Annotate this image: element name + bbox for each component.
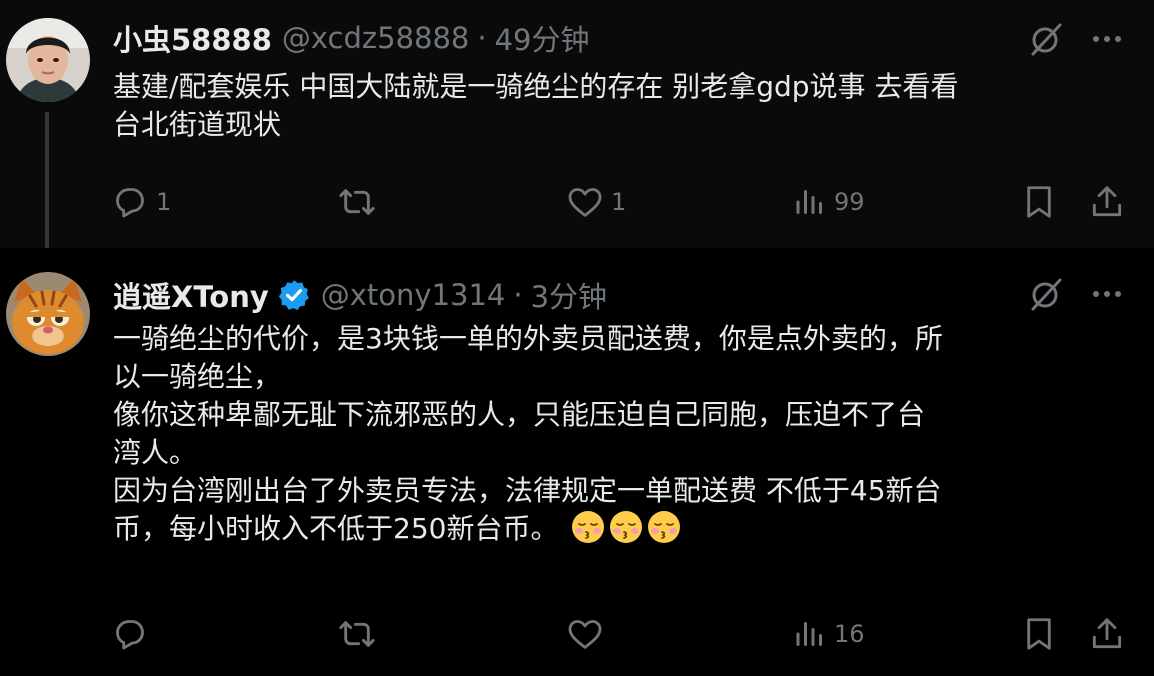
user-handle[interactable]: @xtony1314 <box>321 278 506 312</box>
tweet-text-line: 台北街道现状 <box>113 108 282 141</box>
avatar[interactable] <box>6 18 90 102</box>
bookmark-button[interactable] <box>1020 180 1058 224</box>
verified-badge-icon[interactable] <box>277 278 311 312</box>
views-icon <box>792 616 828 652</box>
reply-button[interactable] <box>110 612 156 656</box>
views-button[interactable]: 16 <box>792 612 865 656</box>
retweet-icon <box>336 182 378 222</box>
tweet[interactable]: 逍遥XTony @xtony1314 · 3分钟 一骑绝尘的代价，是3块钱一单的… <box>0 248 1154 676</box>
tweet-text-line: 以一骑绝尘， <box>113 360 282 393</box>
timestamp[interactable]: 49分钟 <box>495 17 590 59</box>
like-button[interactable]: 1 <box>565 180 626 224</box>
bookmark-icon <box>1020 614 1058 654</box>
display-name[interactable]: 小虫58888 <box>113 17 272 59</box>
tweet-text-line: 币，每小时收入不低于250新台币。 <box>113 512 559 545</box>
like-button[interactable] <box>565 612 611 656</box>
kissing-face-emoji-icon <box>571 510 605 544</box>
views-icon <box>792 184 828 220</box>
heart-icon <box>565 614 605 654</box>
tweet-text-line: 湾人。 <box>113 436 198 469</box>
share-icon <box>1088 614 1126 654</box>
separator-dot: · <box>513 278 523 312</box>
tweet-text-line: 因为台湾刚出台了外卖员专法，法律规定一单配送费 不低于45新台 <box>113 474 942 507</box>
retweet-button[interactable] <box>336 612 384 656</box>
grok-icon[interactable] <box>1024 272 1068 316</box>
heart-icon <box>565 182 605 222</box>
more-icon[interactable] <box>1085 17 1129 61</box>
reply-count: 1 <box>156 188 172 216</box>
user-handle[interactable]: @xcdz58888 <box>282 21 469 55</box>
bookmark-button[interactable] <box>1020 612 1058 656</box>
share-icon <box>1088 182 1126 222</box>
tweet-text-line: 像你这种卑鄙无耻下流邪恶的人，只能压迫自己同胞，压迫不了台 <box>113 398 926 431</box>
tweet[interactable]: 小虫58888 @xcdz58888 · 49分钟 基建/配套娱乐 中国大陆就是… <box>0 0 1154 264</box>
reply-button[interactable]: 1 <box>110 180 171 224</box>
tweet-text-last-line: 币，每小时收入不低于250新台币。 <box>113 510 943 548</box>
tweet-text-line: 基建/配套娱乐 中国大陆就是一骑绝尘的存在 别老拿gdp说事 去看看 <box>113 70 959 103</box>
share-button[interactable] <box>1088 612 1126 656</box>
views-button[interactable]: 99 <box>792 180 865 224</box>
bookmark-icon <box>1020 182 1058 222</box>
separator-dot: · <box>477 21 487 55</box>
kissing-face-emoji-icon <box>609 510 643 544</box>
views-count: 99 <box>834 188 865 216</box>
retweet-button[interactable] <box>336 180 384 224</box>
tweet-text: 一骑绝尘的代价，是3块钱一单的外卖员配送费，你是点外卖的，所 以一骑绝尘， 像你… <box>113 320 943 548</box>
tweet-header: 逍遥XTony @xtony1314 · 3分钟 <box>113 275 607 315</box>
display-name[interactable]: 逍遥XTony <box>113 274 269 316</box>
kissing-face-emoji-icon <box>647 510 681 544</box>
tweet-text-line: 一骑绝尘的代价，是3块钱一单的外卖员配送费，你是点外卖的，所 <box>113 322 943 355</box>
tweet-text: 基建/配套娱乐 中国大陆就是一骑绝尘的存在 别老拿gdp说事 去看看 台北街道现… <box>113 68 958 144</box>
grok-icon[interactable] <box>1024 17 1068 61</box>
action-bar: 16 <box>0 612 1154 656</box>
avatar[interactable] <box>6 272 90 356</box>
more-icon[interactable] <box>1085 272 1129 316</box>
reply-icon <box>110 182 150 222</box>
like-count: 1 <box>611 188 627 216</box>
action-bar: 1 1 99 <box>0 180 1154 224</box>
reply-icon <box>110 614 150 654</box>
tweet-header: 小虫58888 @xcdz58888 · 49分钟 <box>113 18 590 58</box>
views-count: 16 <box>834 620 865 648</box>
share-button[interactable] <box>1088 180 1126 224</box>
timestamp[interactable]: 3分钟 <box>531 274 607 316</box>
retweet-icon <box>336 614 378 654</box>
